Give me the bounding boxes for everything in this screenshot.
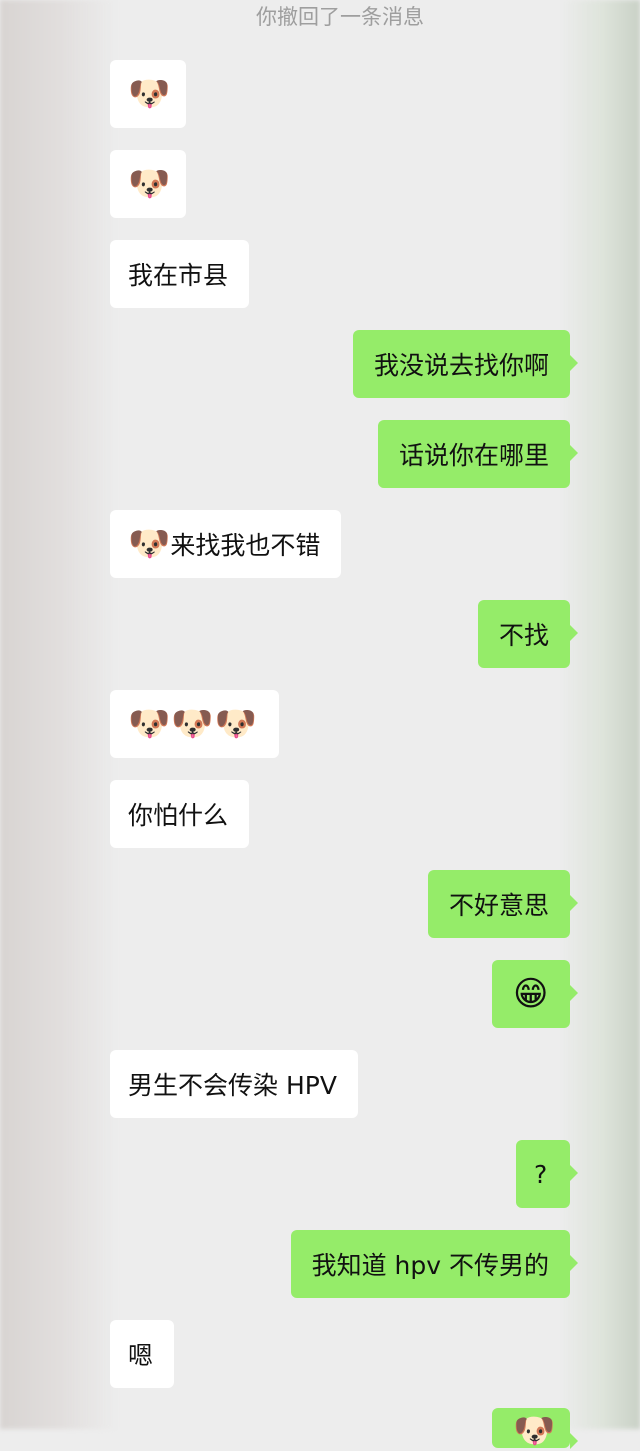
- grin-emoji-icon: 😁: [513, 974, 549, 1014]
- message-bubble-incoming[interactable]: 男生不会传染 HPV: [110, 1050, 358, 1118]
- message-bubble-outgoing[interactable]: 我没说去找你啊: [352, 330, 579, 398]
- recall-notice: 你撤回了一条消息: [256, 5, 424, 29]
- blurred-avatar-right: [560, 0, 640, 1429]
- message-bubble-incoming[interactable]: 你怕什么: [110, 780, 250, 848]
- message-text: 我知道 hpv 不传男的: [311, 1251, 549, 1280]
- message-text: 你怕什么: [128, 801, 229, 830]
- doge-emoji-icon: 🐶: [513, 1411, 556, 1451]
- doge-emoji-icon: 🐶: [214, 704, 258, 744]
- message-bubble-outgoing[interactable]: 😁: [492, 960, 578, 1028]
- message-bubble-outgoing[interactable]: 不好意思: [427, 870, 579, 938]
- message-text: 不找: [498, 621, 549, 650]
- doge-emoji-icon: 🐶: [128, 74, 171, 114]
- message-bubble-outgoing[interactable]: 不找: [477, 600, 579, 668]
- message-text: 我在市县: [128, 261, 229, 290]
- message-bubble-incoming[interactable]: 🐶 🐶 🐶: [110, 690, 280, 758]
- message-text: 我没说去找你啊: [373, 351, 549, 380]
- message-bubble-outgoing[interactable]: 我知道 hpv 不传男的: [290, 1230, 579, 1298]
- message-bubble-incoming[interactable]: 🐶: [110, 60, 186, 128]
- message-text: 来找我也不错: [170, 531, 321, 560]
- message-text: ?: [534, 1159, 548, 1189]
- message-bubble-outgoing[interactable]: 🐶: [492, 1408, 578, 1451]
- doge-emoji-icon: 🐶: [171, 704, 214, 744]
- message-text: 嗯: [128, 1341, 154, 1370]
- doge-emoji-icon: 🐶: [128, 164, 171, 204]
- doge-emoji-icon: 🐶: [128, 524, 171, 564]
- message-bubble-incoming[interactable]: 嗯: [110, 1320, 175, 1388]
- message-bubble-incoming[interactable]: 🐶 来找我也不错: [110, 510, 342, 578]
- message-text: 话说你在哪里: [398, 441, 549, 470]
- doge-emoji-icon: 🐶: [128, 704, 171, 744]
- message-bubble-outgoing[interactable]: ?: [516, 1140, 578, 1208]
- message-bubble-incoming[interactable]: 🐶: [110, 150, 186, 218]
- message-bubble-outgoing[interactable]: 话说你在哪里: [377, 420, 579, 488]
- message-text: 男生不会传染 HPV: [128, 1071, 337, 1100]
- message-text: 不好意思: [448, 891, 549, 920]
- message-bubble-incoming[interactable]: 我在市县: [110, 240, 250, 308]
- blurred-avatar-left: [0, 0, 118, 1429]
